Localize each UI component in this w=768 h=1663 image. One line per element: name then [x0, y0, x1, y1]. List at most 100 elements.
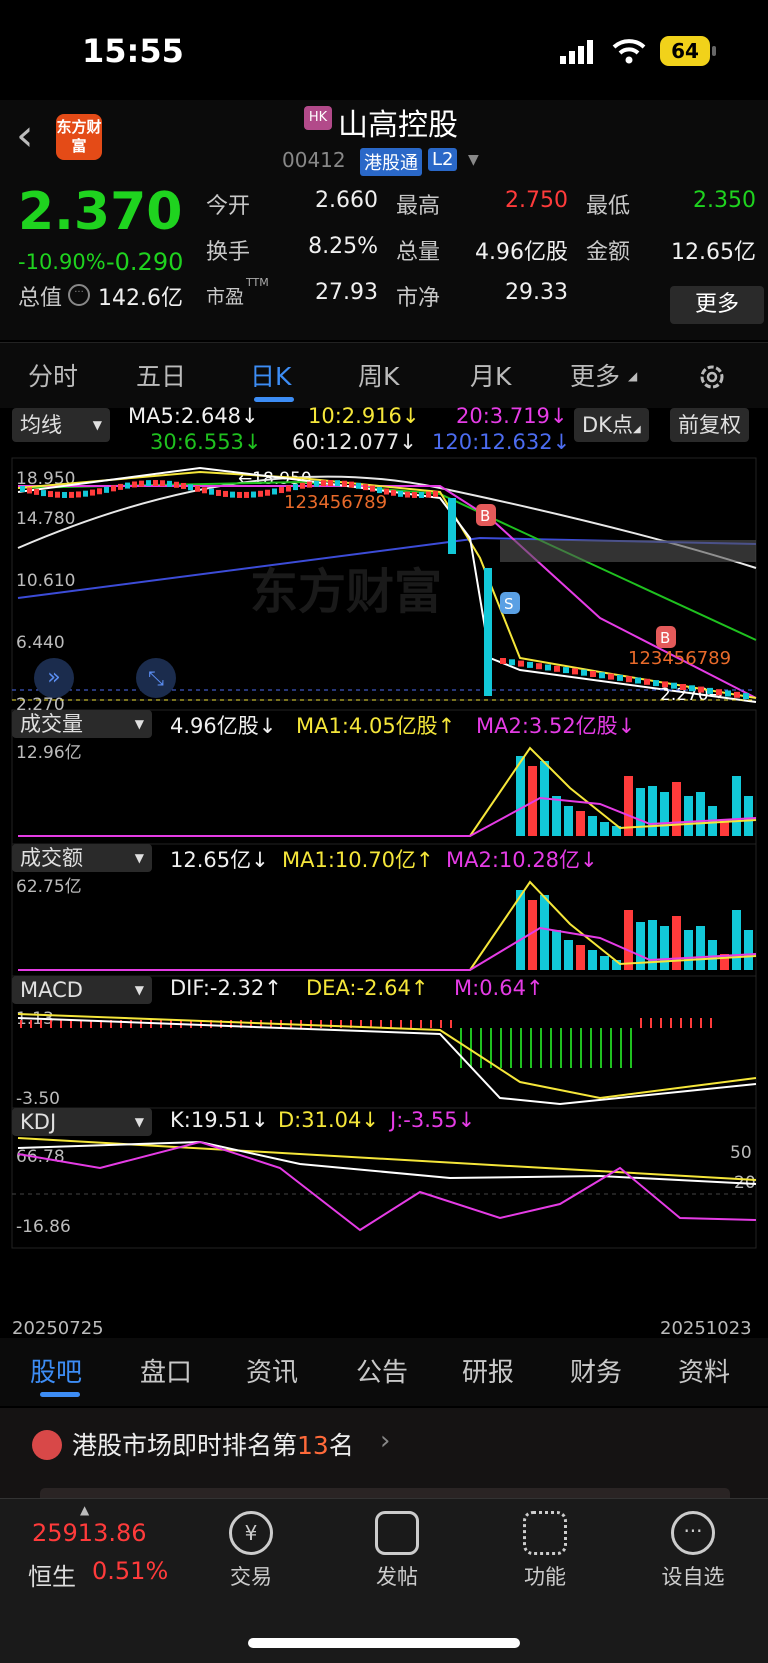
amount-current: 12.65亿↓ — [170, 848, 269, 872]
tab-news[interactable]: 资讯 — [246, 1352, 298, 1389]
macd-select-label: MACD — [20, 978, 83, 1002]
candle — [356, 482, 361, 489]
macd-histogram-bar — [620, 1028, 622, 1068]
connect-tag: 港股通 — [360, 148, 422, 176]
battery-icon: 64 — [660, 36, 710, 66]
sequence-count-marks: 123456789 — [284, 492, 387, 513]
amount-bar — [576, 945, 585, 970]
more-button[interactable]: 更多 — [670, 286, 764, 324]
turnover-value: 8.25% — [308, 234, 378, 259]
high-label: 最高 — [396, 194, 441, 219]
candle — [398, 490, 403, 497]
tab-monthly-k[interactable]: 月K — [470, 357, 511, 393]
candle — [48, 491, 53, 498]
tab-weekly-k[interactable]: 周K — [358, 357, 399, 393]
sell-marker-label: S — [504, 595, 514, 613]
candle — [265, 489, 270, 496]
amount-ma2: MA2:10.28亿↓ — [446, 848, 598, 872]
nav-functions[interactable]: 功能 — [500, 1511, 590, 1591]
candle — [153, 480, 158, 487]
kdj-j: J:-3.55↓ — [390, 1108, 476, 1132]
tab-profile[interactable]: 资料 — [678, 1352, 730, 1389]
candle — [188, 484, 193, 491]
volume-bar — [696, 792, 705, 836]
kdj-select-button[interactable]: KDJ ▼ — [12, 1108, 152, 1136]
amount-bar — [600, 956, 609, 970]
macd-histogram-bar — [40, 1020, 42, 1028]
ranking-banner[interactable]: 港股市场即时排名第13名 › — [0, 1408, 768, 1498]
percent-change: -10.90% — [18, 250, 106, 274]
volume-bar — [684, 796, 693, 836]
candle — [433, 490, 438, 497]
quote-panel: 2.370 -10.90% -0.290 今开 2.660 最高 2.750 最… — [0, 180, 768, 340]
expand-double-chevron-icon[interactable]: » — [34, 658, 74, 698]
candle — [405, 491, 410, 498]
amount-ma1-line — [18, 880, 757, 971]
clock: 15:55 — [82, 32, 184, 70]
tab-announcements[interactable]: 公告 — [356, 1352, 408, 1389]
candle — [518, 660, 524, 667]
level2-tag: L2 — [428, 148, 458, 171]
macd-m: M:0.64↑ — [454, 976, 544, 1000]
macd-select-button[interactable]: MACD ▼ — [12, 976, 152, 1004]
ma-select-button[interactable]: 均线 ▼ — [12, 408, 110, 442]
tab-more[interactable]: 更多 — [570, 357, 620, 393]
tab-five-day[interactable]: 五日 — [136, 357, 186, 393]
candle — [272, 488, 277, 495]
pe-superscript: TTM — [246, 276, 269, 289]
candle — [167, 480, 172, 487]
tab-intraday[interactable]: 分时 — [28, 357, 78, 393]
tab-research[interactable]: 研报 — [462, 1352, 514, 1389]
candle — [554, 665, 560, 672]
adjust-button[interactable]: 前复权 — [670, 408, 749, 442]
ma120-value: 120:12.632↓ — [432, 430, 571, 454]
macd-dif-line — [17, 1017, 757, 1106]
candle — [509, 659, 515, 666]
nav-watchlist[interactable]: ··· 设自选 — [648, 1511, 738, 1591]
ma20-value: 20:3.719↓ — [456, 404, 568, 428]
tab-forum[interactable]: 股吧 — [30, 1352, 82, 1389]
price-change: -0.290 — [106, 248, 184, 276]
volume-select-button[interactable]: 成交量 ▼ — [12, 710, 152, 738]
nav-post[interactable]: 发帖 — [352, 1511, 442, 1591]
market-badge: HK — [304, 106, 332, 130]
tab-daily-k[interactable]: 日K — [250, 357, 291, 393]
macd-axis-min: -3.50 — [16, 1089, 60, 1109]
gear-icon[interactable] — [696, 361, 728, 393]
app-logo: 东方财富 — [56, 114, 102, 160]
macd-histogram-bar — [430, 1020, 432, 1028]
ranking-icon — [32, 1430, 62, 1460]
dk-point-button[interactable]: DK点◢ — [574, 408, 649, 442]
kdj-k-line — [17, 1140, 757, 1185]
back-icon[interactable]: ‹ — [16, 114, 34, 158]
candle — [743, 693, 749, 700]
fullscreen-icon[interactable]: ⤡ — [136, 658, 176, 698]
amount-ma1: MA1:10.70亿↑ — [282, 848, 434, 872]
candle — [412, 491, 417, 498]
nav-trade[interactable]: ¥ 交易 — [206, 1511, 296, 1591]
macd-histogram-bar — [420, 1020, 422, 1028]
candle — [314, 480, 319, 487]
more-dots-icon[interactable]: ··· — [68, 284, 90, 306]
macd-histogram-bar — [20, 1020, 22, 1028]
stock-name: 山高控股 — [338, 108, 458, 143]
candle — [41, 490, 46, 497]
mcap-value: 142.6亿 — [98, 286, 183, 311]
tab-financials[interactable]: 财务 — [570, 1352, 622, 1389]
tab-orderbook[interactable]: 盘口 — [140, 1352, 192, 1389]
macd-histogram-bar — [440, 1020, 442, 1028]
candle — [653, 680, 659, 687]
index-percent: 0.51% — [92, 1557, 169, 1585]
macd-histogram-bar — [600, 1028, 602, 1068]
macd-histogram-bar — [640, 1018, 642, 1028]
index-value[interactable]: 25913.86 — [32, 1519, 147, 1547]
candle — [536, 663, 542, 670]
amount-select-button[interactable]: 成交额 ▼ — [12, 844, 152, 872]
kline-chart-area[interactable]: 东方财富 18.950 14.780 10.610 6.440 2.270 ←18.950 2… — [0, 404, 768, 1338]
chevron-down-icon[interactable]: ▼ — [468, 152, 479, 168]
candle — [734, 691, 740, 698]
candle — [680, 684, 686, 690]
candle — [590, 671, 596, 677]
candle — [707, 687, 713, 694]
tab-more-caret: ◢ — [628, 369, 638, 383]
